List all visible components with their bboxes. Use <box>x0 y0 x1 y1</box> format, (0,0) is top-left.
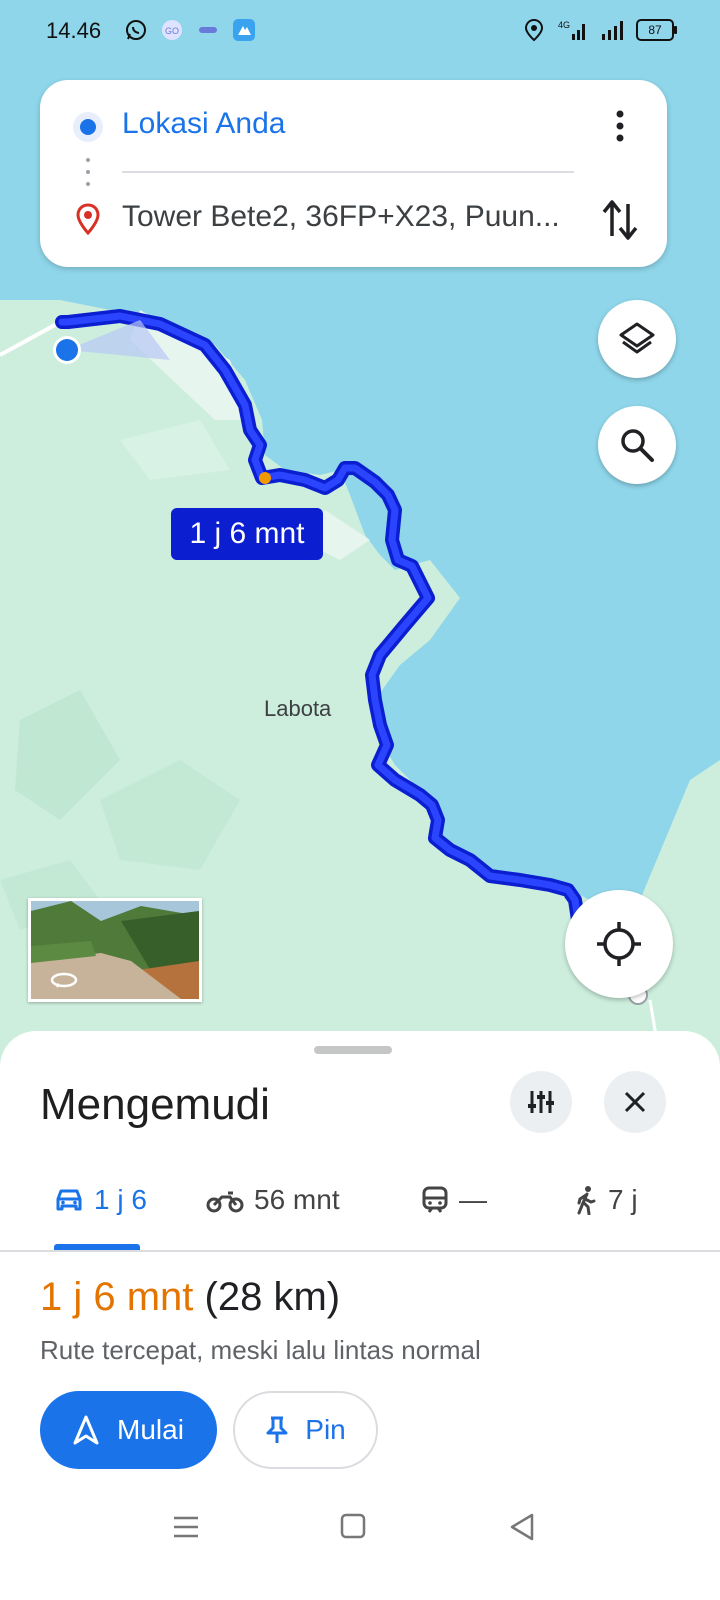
tab-motorcycle[interactable]: 56 mnt <box>206 1176 340 1224</box>
close-button[interactable] <box>604 1071 666 1133</box>
sheet-title: Mengemudi <box>40 1080 270 1129</box>
route-options-button[interactable] <box>510 1071 572 1133</box>
signal-icon <box>602 21 623 40</box>
notification-icons: GO <box>124 18 256 42</box>
rotate-360-icon <box>50 972 78 988</box>
motorcycle-icon <box>206 1191 244 1213</box>
status-time: 14.46 <box>46 18 102 43</box>
origin-field[interactable]: Lokasi Anda <box>122 107 285 141</box>
origin-dot-icon <box>73 112 103 142</box>
back-icon[interactable] <box>502 1510 542 1544</box>
app-icon <box>233 19 255 41</box>
home-icon[interactable] <box>333 1510 373 1544</box>
my-location-icon <box>597 922 641 966</box>
signal-icon: 4G <box>558 20 585 40</box>
svg-text:GO: GO <box>165 26 179 36</box>
search-icon <box>621 429 654 462</box>
drag-handle[interactable] <box>314 1046 392 1054</box>
tab-driving-label: 1 j 6 <box>94 1184 147 1215</box>
whatsapp-icon <box>126 20 146 40</box>
navigation-arrow-icon <box>73 1415 99 1445</box>
tab-driving[interactable]: 1 j 6 <box>54 1176 147 1224</box>
tune-icon <box>528 1091 554 1113</box>
route-note: Rute tercepat, meski lalu lintas normal <box>40 1335 481 1365</box>
swap-icon[interactable] <box>598 196 642 244</box>
pin-button-label: Pin <box>305 1414 346 1445</box>
tab-walking[interactable]: 7 j <box>574 1176 638 1224</box>
route-summary: 1 j 6 mnt (28 km) <box>40 1275 340 1320</box>
train-icon <box>422 1186 448 1213</box>
route-distance: (28 km) <box>204 1275 341 1319</box>
pin-icon <box>266 1416 288 1443</box>
start-button-label: Mulai <box>117 1414 184 1445</box>
gojek-icon: GO <box>162 20 182 40</box>
traffic-marker <box>259 472 271 484</box>
car-icon <box>56 1189 82 1211</box>
my-location-button[interactable] <box>565 890 673 998</box>
tab-transit[interactable]: — <box>421 1176 487 1224</box>
place-label: Labota <box>264 696 332 721</box>
layers-button[interactable] <box>598 300 676 378</box>
close-icon <box>624 1091 646 1113</box>
start-button[interactable]: Mulai <box>40 1391 217 1469</box>
destination-field[interactable]: Tower Bete2, 36FP+X23, Puun... <box>122 200 560 234</box>
layers-icon <box>619 322 655 354</box>
more-options-icon[interactable] <box>600 104 640 148</box>
route-dots-icon <box>86 158 90 194</box>
status-bar: 14.46 GO 4G 87 <box>0 0 720 64</box>
walk-icon <box>577 1186 596 1215</box>
route-time-label[interactable]: 1 j 6 mnt <box>171 508 323 560</box>
app-icon <box>199 27 217 33</box>
location-icon <box>524 18 544 42</box>
system-nav-bar <box>0 1490 720 1600</box>
tab-transit-label: — <box>459 1184 487 1215</box>
pin-button[interactable]: Pin <box>233 1391 378 1469</box>
battery-icon: 87 <box>636 19 677 41</box>
divider <box>0 1250 720 1252</box>
system-icons: 4G 87 <box>522 18 677 42</box>
route-duration: 1 j 6 mnt <box>40 1275 194 1319</box>
tab-motorcycle-label: 56 mnt <box>254 1184 340 1215</box>
tab-walking-label: 7 j <box>608 1184 638 1215</box>
search-button[interactable] <box>598 406 676 484</box>
menu-icon[interactable] <box>166 1510 206 1544</box>
destination-pin-icon <box>76 203 100 235</box>
svg-text:4G: 4G <box>558 20 570 30</box>
street-view-thumbnail[interactable] <box>28 898 202 1002</box>
divider <box>122 171 574 173</box>
